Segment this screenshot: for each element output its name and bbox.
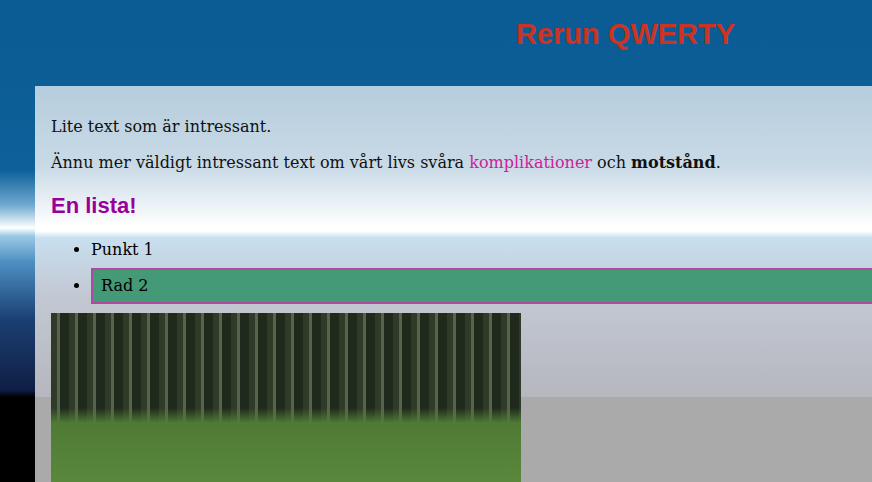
text-span: Lite text som är intressant. bbox=[51, 117, 271, 136]
site-title: Rerun QWERTY bbox=[516, 16, 735, 86]
text-span: Ännu mer väldigt intressant text om vårt… bbox=[51, 153, 469, 172]
text-span: och bbox=[592, 153, 631, 172]
photo bbox=[51, 313, 521, 482]
strong-text: motstånd bbox=[631, 153, 716, 172]
paragraph: Lite text som är intressant. bbox=[51, 117, 872, 137]
list-heading: En lista! bbox=[51, 193, 872, 219]
header: Rerun QWERTY bbox=[0, 0, 872, 86]
list-item-text: Rad 2 bbox=[101, 276, 148, 295]
text-span: . bbox=[716, 153, 721, 172]
list-item: Rad 2 bbox=[91, 268, 872, 304]
list-item-text: Punkt 1 bbox=[91, 240, 154, 259]
content-panel: Lite text som är intressant. Ännu mer väl… bbox=[35, 86, 872, 482]
paragraph: Ännu mer väldigt intressant text om vårt… bbox=[51, 153, 872, 173]
text-link[interactable]: komplikationer bbox=[469, 153, 592, 172]
bullet-list: Punkt 1 Rad 2 bbox=[51, 240, 872, 304]
list-item: Punkt 1 bbox=[91, 240, 872, 260]
